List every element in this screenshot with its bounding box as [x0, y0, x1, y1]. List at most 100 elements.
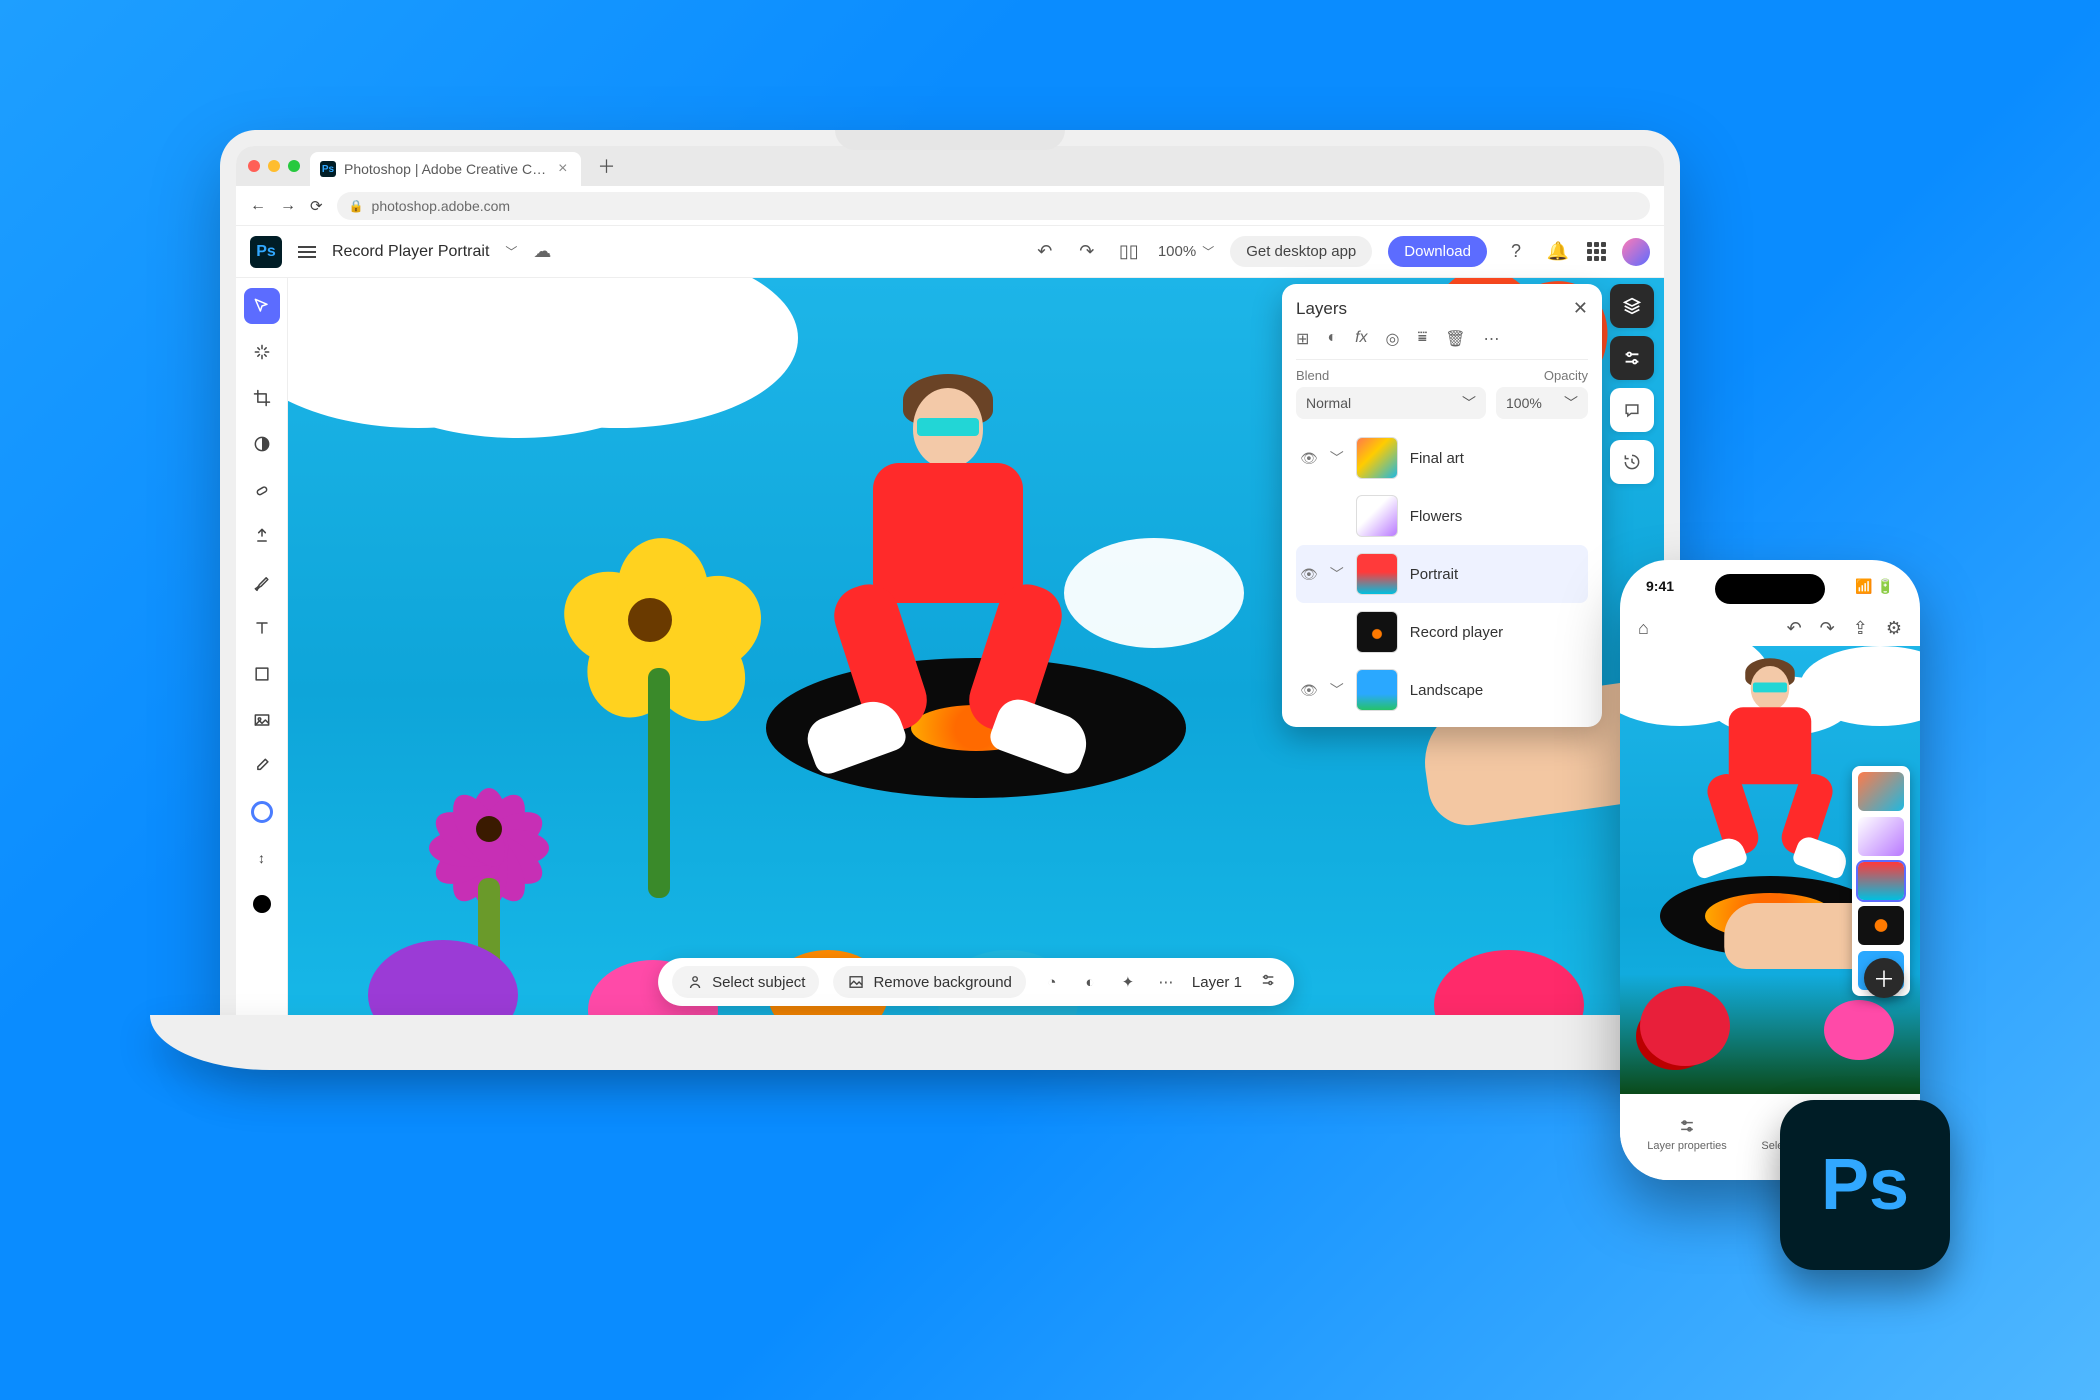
more-options-icon[interactable]: ⋯ — [1154, 973, 1178, 991]
tool-shapes[interactable] — [244, 656, 280, 692]
select-subject-button[interactable]: Select subject — [672, 966, 819, 998]
phone-add-button[interactable]: ＋ — [1864, 958, 1904, 998]
layer-item[interactable]: 👁﹀ Flowers — [1296, 487, 1588, 545]
phone-canvas[interactable]: ＋ — [1620, 646, 1920, 1094]
phone-frame: 9:41 📶 🔋 ⌂ ↶ ↷ ⇪ ⚙︎ ＋ — [1620, 560, 1920, 1180]
reload-button[interactable]: ⟳ — [310, 197, 323, 215]
visibility-toggle-icon[interactable]: 👁 — [1300, 682, 1318, 699]
help-button[interactable]: ? — [1503, 241, 1529, 262]
redo-button[interactable]: ↷ — [1074, 241, 1100, 262]
color-fill-swatch[interactable] — [244, 886, 280, 922]
tool-place-image[interactable] — [244, 702, 280, 738]
visibility-toggle-icon[interactable]: 👁 — [1300, 450, 1318, 467]
tool-move[interactable] — [244, 288, 280, 324]
phone-undo-icon[interactable]: ↶ — [1787, 618, 1802, 639]
chevron-down-icon[interactable]: ﹀ — [1330, 564, 1344, 584]
phone-notch — [1715, 574, 1825, 604]
add-layer-icon[interactable]: ⊞ — [1296, 329, 1309, 349]
remove-background-button[interactable]: Remove background — [833, 966, 1025, 998]
layer-item[interactable]: 👁﹀ Final art — [1296, 429, 1588, 487]
layer-item[interactable]: 👁 ﹀ Landscape — [1296, 661, 1588, 719]
document-title[interactable]: Record Player Portrait — [332, 243, 489, 261]
phone-status-icons: 📶 🔋 — [1855, 578, 1894, 595]
maximize-window-button[interactable] — [288, 160, 300, 172]
phone-tool-properties[interactable]: Layer properties — [1647, 1116, 1727, 1152]
phone-app-topbar: ⌂ ↶ ↷ ⇪ ⚙︎ — [1620, 610, 1920, 646]
quick-transform-icon[interactable]: ✦ — [1116, 973, 1140, 991]
phone-share-icon[interactable]: ⇪ — [1853, 618, 1868, 639]
swap-colors-icon[interactable]: ↕︎ — [244, 840, 280, 876]
laptop-base — [150, 1015, 1750, 1070]
quick-properties-icon[interactable] — [1256, 971, 1280, 993]
tool-brush[interactable] — [244, 564, 280, 600]
adjustment-layer-icon[interactable]: ◎ — [1386, 329, 1400, 349]
comments-icon[interactable] — [1610, 388, 1654, 432]
close-window-button[interactable] — [248, 160, 260, 172]
zoom-selector[interactable]: 100%﹀ — [1158, 243, 1214, 260]
layer-name: Landscape — [1410, 682, 1483, 699]
menu-button[interactable] — [298, 243, 316, 261]
chevron-down-icon[interactable]: ﹀ — [1330, 448, 1344, 468]
layers-toggle-icon[interactable] — [1610, 284, 1654, 328]
forward-button[interactable]: → — [280, 197, 296, 215]
address-bar[interactable]: 🔒 photoshop.adobe.com — [337, 192, 1650, 220]
quick-adjust-icon[interactable]: ◐ — [1078, 974, 1102, 991]
phone-home-icon[interactable]: ⌂ — [1638, 618, 1649, 639]
phone-layer-thumb-selected[interactable] — [1858, 862, 1904, 901]
cloud-sync-icon[interactable]: ☁︎ — [533, 241, 551, 262]
get-desktop-app-button[interactable]: Get desktop app — [1230, 236, 1372, 267]
delete-layer-icon[interactable]: 🗑 — [1445, 329, 1465, 349]
tool-generative[interactable] — [244, 334, 280, 370]
window-traffic-lights — [248, 160, 300, 172]
phone-layer-thumb[interactable] — [1858, 817, 1904, 856]
color-stroke-swatch[interactable] — [244, 794, 280, 830]
tool-heal[interactable] — [244, 472, 280, 508]
phone-redo-icon[interactable]: ↷ — [1820, 618, 1835, 639]
browser-tab[interactable]: Ps Photoshop | Adobe Creative C… × — [310, 152, 581, 186]
layer-item-selected[interactable]: 👁 ﹀ Portrait — [1296, 545, 1588, 603]
layer-fx-icon[interactable]: fx — [1355, 329, 1367, 349]
tool-eyedropper[interactable] — [244, 748, 280, 784]
layer-name: Portrait — [1410, 566, 1458, 583]
notifications-button[interactable]: 🔔 — [1545, 241, 1571, 262]
layer-thumbnail — [1356, 495, 1398, 537]
download-button[interactable]: Download — [1388, 236, 1487, 267]
close-layers-panel-button[interactable]: ✕ — [1573, 298, 1588, 319]
blend-mode-select[interactable]: Normal ﹀ — [1296, 387, 1486, 419]
app-logo-ps-icon[interactable]: Ps — [250, 236, 282, 268]
tool-crop[interactable] — [244, 380, 280, 416]
undo-button[interactable]: ↶ — [1032, 241, 1058, 262]
properties-toggle-icon[interactable] — [1610, 336, 1654, 380]
ps-badge-text: Ps — [1821, 1144, 1909, 1226]
chevron-down-icon: ﹀ — [1462, 393, 1476, 413]
canvas-view-icon[interactable]: ▯▯ — [1116, 241, 1142, 262]
browser-tab-strip: Ps Photoshop | Adobe Creative C… × ＋ — [236, 146, 1664, 186]
phone-settings-icon[interactable]: ⚙︎ — [1886, 618, 1902, 639]
tool-clone[interactable] — [244, 518, 280, 554]
doc-title-chevron-down-icon[interactable]: ﹀ — [505, 243, 517, 260]
close-tab-button[interactable]: × — [554, 160, 571, 178]
layers-more-icon[interactable]: ⋯ — [1484, 329, 1500, 349]
phone-layer-thumb[interactable] — [1858, 772, 1904, 811]
back-button[interactable]: ← — [250, 197, 266, 215]
phone-layer-thumb[interactable] — [1858, 906, 1904, 945]
user-avatar[interactable] — [1622, 238, 1650, 266]
minimize-window-button[interactable] — [268, 160, 280, 172]
new-tab-button[interactable]: ＋ — [591, 151, 621, 181]
artwork-person — [1682, 666, 1858, 875]
history-icon[interactable] — [1610, 440, 1654, 484]
opacity-select[interactable]: 100%﹀ — [1496, 387, 1588, 419]
active-layer-chip[interactable]: Layer 1 — [1192, 974, 1242, 991]
chevron-down-icon[interactable]: ﹀ — [1330, 680, 1344, 700]
tool-type[interactable] — [244, 610, 280, 646]
blend-value: Normal — [1306, 395, 1351, 411]
app-switcher-icon[interactable] — [1587, 242, 1606, 261]
tool-adjust[interactable] — [244, 426, 280, 462]
layer-item[interactable]: 👁﹀ Record player — [1296, 603, 1588, 661]
right-rail — [1610, 284, 1658, 484]
layer-group-icon[interactable]: ⩸ — [1418, 329, 1428, 349]
quick-mask-icon[interactable]: ◔ — [1040, 974, 1064, 991]
ps-logo-text: Ps — [256, 243, 276, 261]
visibility-toggle-icon[interactable]: 👁 — [1300, 566, 1318, 583]
layer-mask-icon[interactable]: ◐ — [1327, 329, 1337, 349]
